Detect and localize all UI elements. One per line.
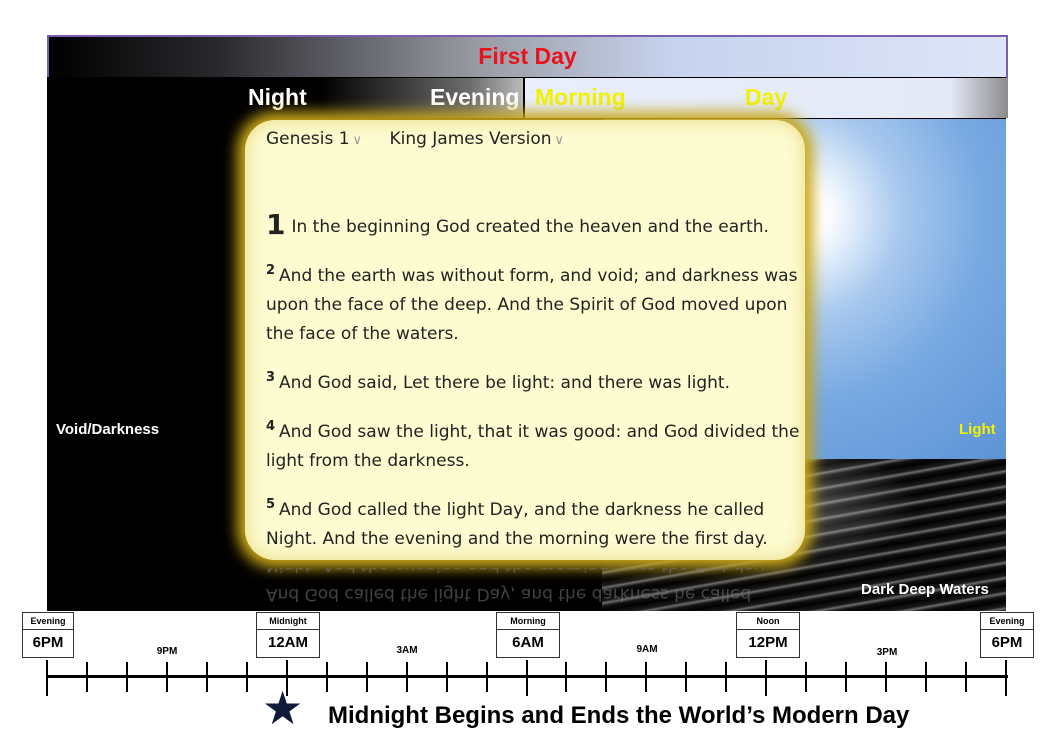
hour-tick bbox=[805, 662, 808, 692]
chevron-down-icon: ∨ bbox=[352, 133, 363, 148]
hour-tick bbox=[205, 662, 208, 692]
hour-tick bbox=[925, 662, 928, 692]
hour-label-9pm: 9PM bbox=[156, 646, 178, 657]
hour-label-9am: 9AM bbox=[636, 644, 658, 655]
verse-4: 4 And God saw the light, that it was good… bbox=[266, 418, 806, 476]
time-box-time: 12PM bbox=[748, 634, 788, 651]
hour-label-3pm: 3PM bbox=[876, 647, 898, 658]
time-box-midnight: Midnight 12AM bbox=[256, 612, 320, 658]
hour-tick bbox=[685, 662, 688, 692]
time-box-time: 6PM bbox=[32, 634, 64, 651]
period-morning: Morning bbox=[535, 84, 626, 110]
card-reflection: And God called the light Day, and the da… bbox=[266, 568, 768, 604]
verse-number: 3 bbox=[266, 370, 276, 386]
verse-5: 5 And God called the light Day, and the d… bbox=[266, 496, 806, 554]
hour-tick bbox=[125, 662, 128, 692]
book-selector[interactable]: Genesis 1 ∨ bbox=[266, 129, 362, 149]
verse-1: 1 In the beginning God created the heaven… bbox=[266, 210, 806, 242]
hour-tick bbox=[245, 662, 248, 692]
verse-text: And the earth was without form, and void… bbox=[266, 266, 798, 344]
book-label: Genesis 1 bbox=[266, 129, 350, 149]
version-label: King James Version bbox=[389, 129, 552, 149]
period-day: Day bbox=[745, 84, 788, 110]
time-box-time: 12AM bbox=[267, 634, 308, 651]
hour-tick bbox=[965, 662, 968, 692]
hour-tick bbox=[485, 662, 488, 692]
hour-tick bbox=[885, 662, 888, 692]
hour-tick bbox=[845, 662, 848, 692]
time-box-caption: Evening bbox=[981, 613, 1033, 630]
time-box-morning: Morning 6AM bbox=[496, 612, 560, 658]
hour-label-3am: 3AM bbox=[396, 645, 418, 656]
verse-text: And God said, Let there be light: and th… bbox=[279, 373, 730, 393]
chevron-down-icon: ∨ bbox=[554, 133, 565, 148]
time-box-evening-start: Evening 6PM bbox=[22, 612, 74, 658]
major-hour-tick bbox=[46, 660, 48, 696]
time-box-caption: Morning bbox=[497, 613, 559, 630]
time-box-caption: Noon bbox=[737, 613, 799, 630]
verse-3: 3 And God said, Let there be light: and t… bbox=[266, 369, 806, 398]
verse-text: And God saw the light, that it was good:… bbox=[266, 422, 800, 471]
reader-header: Genesis 1 ∨ King James Version ∨ bbox=[266, 129, 564, 149]
timeline-axis bbox=[47, 675, 1008, 678]
hour-tick bbox=[365, 662, 368, 692]
hour-tick bbox=[565, 662, 568, 692]
time-box-time: 6AM bbox=[512, 634, 544, 651]
period-night: Night bbox=[248, 84, 307, 110]
hour-tick bbox=[725, 662, 728, 692]
time-box-time: 6PM bbox=[991, 634, 1023, 651]
hour-tick bbox=[605, 662, 608, 692]
time-box-caption: Evening bbox=[23, 613, 73, 630]
hour-tick bbox=[325, 662, 328, 692]
major-hour-tick bbox=[1005, 660, 1007, 696]
hour-tick bbox=[165, 662, 168, 692]
verse-text: And God called the light Day, and the da… bbox=[266, 500, 768, 549]
verse-number: 1 bbox=[266, 208, 286, 241]
verse-number: 4 bbox=[266, 419, 276, 435]
verse-list: 1 In the beginning God created the heaven… bbox=[266, 210, 806, 574]
verse-number: 2 bbox=[266, 263, 276, 279]
time-box-evening-end: Evening 6PM bbox=[980, 612, 1034, 658]
time-box-noon: Noon 12PM bbox=[736, 612, 800, 658]
void-darkness-label: Void/Darkness bbox=[56, 421, 160, 438]
hour-tick bbox=[645, 662, 648, 692]
scripture-card: Genesis 1 ∨ King James Version ∨ 1 In the b… bbox=[245, 120, 805, 560]
hour-tick bbox=[85, 662, 88, 692]
star-icon: ★ bbox=[262, 682, 304, 734]
hour-tick bbox=[405, 662, 408, 692]
version-selector[interactable]: King James Version ∨ bbox=[389, 129, 564, 149]
period-evening: Evening bbox=[430, 84, 520, 110]
timeline-caption: Midnight Begins and Ends the World’s Mod… bbox=[328, 702, 910, 729]
verse-2: 2 And the earth was without form, and voi… bbox=[266, 262, 806, 349]
major-hour-tick bbox=[765, 660, 768, 696]
dark-deep-waters-label: Dark Deep Waters bbox=[861, 581, 989, 598]
light-label: Light bbox=[959, 421, 996, 438]
hour-tick bbox=[445, 662, 448, 692]
first-day-banner: First Day bbox=[47, 35, 1008, 79]
period-row: Night Evening Morning Day bbox=[47, 77, 1008, 120]
verse-text: In the beginning God created the heaven … bbox=[291, 217, 769, 237]
verse-number: 5 bbox=[266, 497, 276, 513]
major-hour-tick bbox=[525, 660, 528, 696]
time-box-caption: Midnight bbox=[257, 613, 319, 630]
banner-title: First Day bbox=[478, 43, 577, 69]
